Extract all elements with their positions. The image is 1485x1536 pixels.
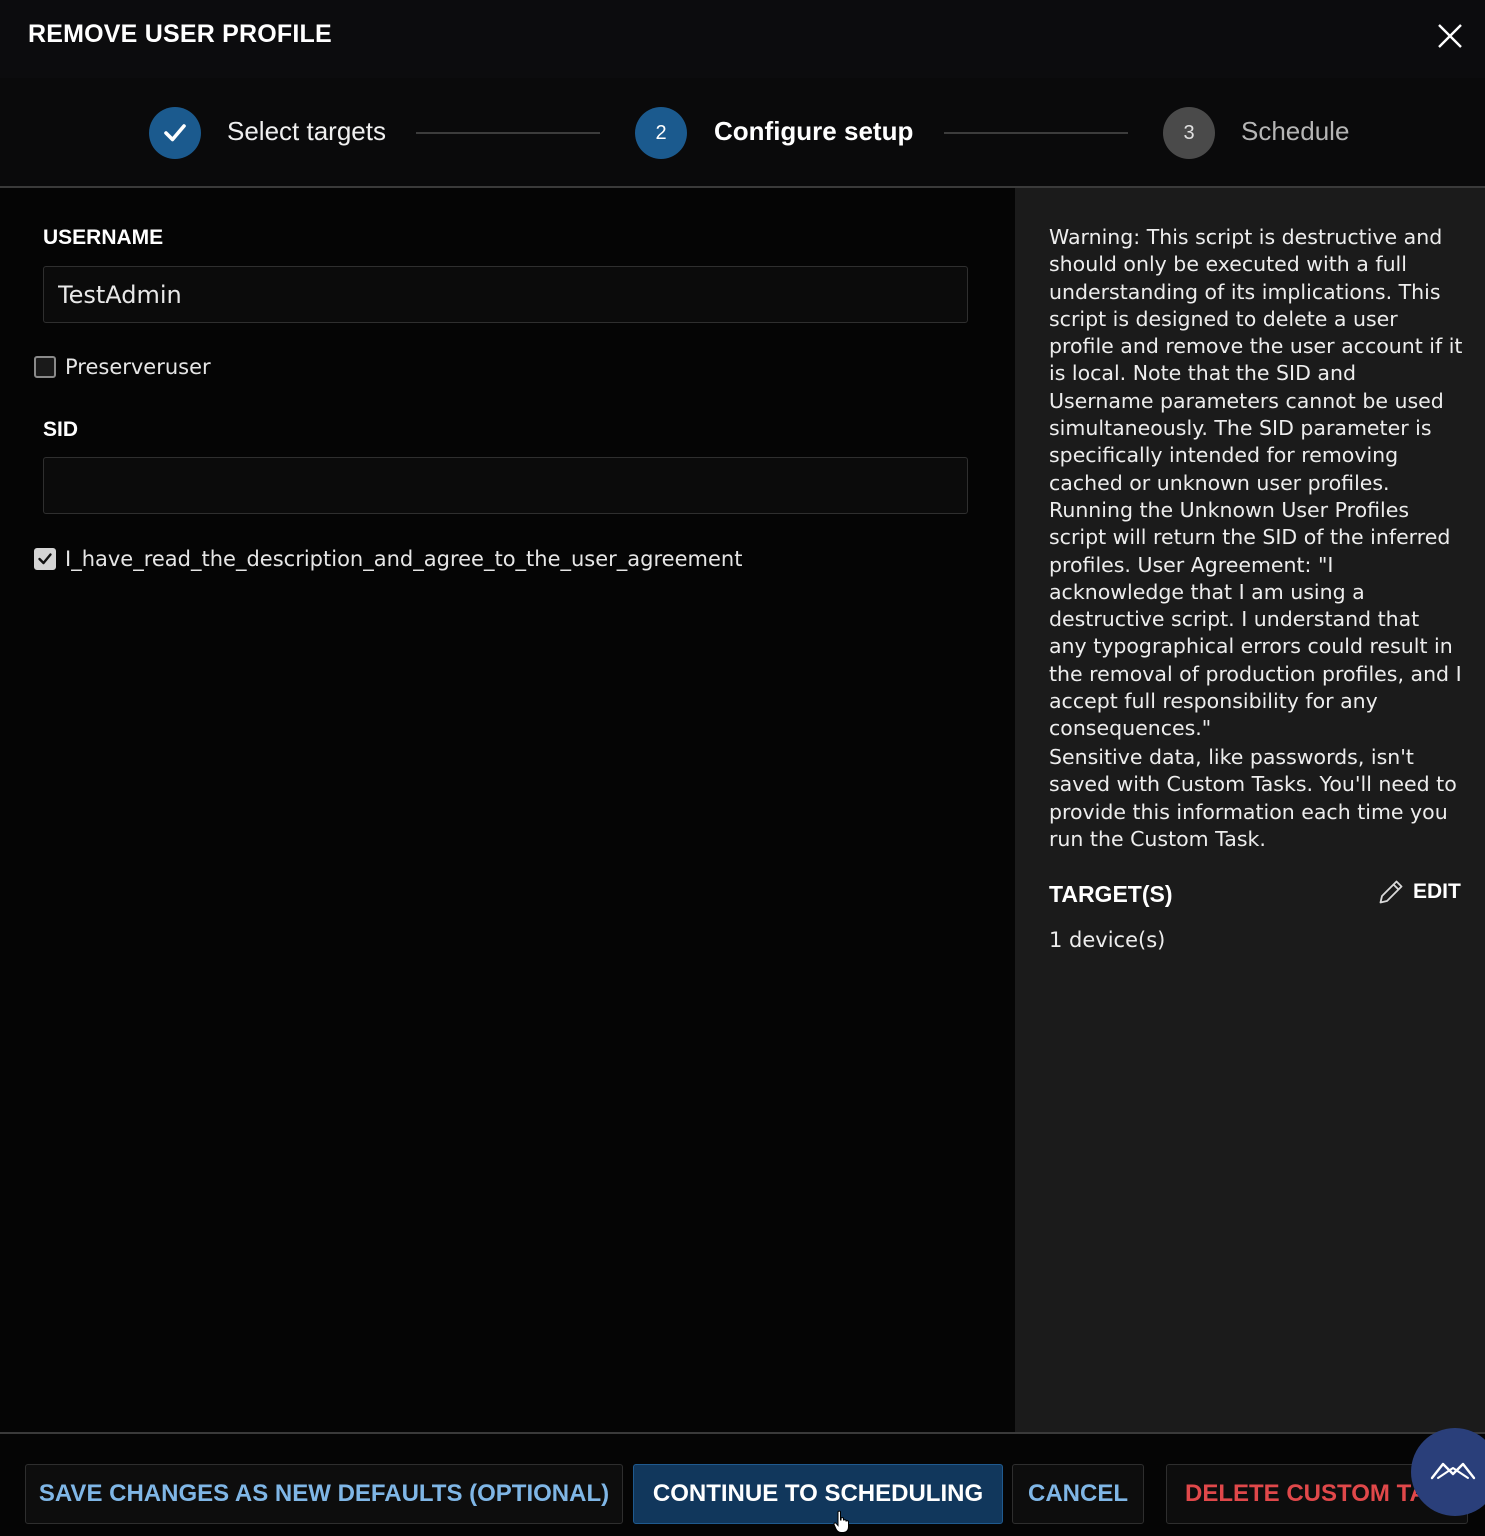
preserve-user-option[interactable]: Preserveruser	[34, 355, 211, 379]
dialog-header: REMOVE USER PROFILE	[0, 0, 1485, 78]
checkmark-icon	[164, 124, 186, 142]
remove-user-profile-dialog: REMOVE USER PROFILE Select targets 2 Con…	[0, 0, 1485, 1536]
step-1-label[interactable]: Select targets	[227, 116, 386, 147]
preserve-user-label: Preserveruser	[65, 355, 211, 379]
close-icon	[1438, 24, 1462, 48]
preserve-user-checkbox[interactable]	[34, 356, 56, 378]
close-button[interactable]	[1432, 18, 1468, 54]
checkmark-icon	[38, 553, 52, 565]
edit-label: EDIT	[1413, 880, 1461, 903]
step-2-label: Configure setup	[714, 116, 914, 146]
cancel-button[interactable]: CANCEL	[1012, 1464, 1144, 1524]
step-connector	[944, 132, 1128, 134]
agreement-option[interactable]: I_have_read_the_description_and_agree_to…	[34, 547, 742, 571]
step-3-indicator: 3	[1163, 107, 1215, 159]
sid-label: SID	[43, 418, 79, 441]
dialog-title: REMOVE USER PROFILE	[28, 20, 332, 48]
username-label: USERNAME	[43, 226, 164, 249]
save-defaults-button[interactable]: SAVE CHANGES AS NEW DEFAULTS (OPTIONAL)	[25, 1464, 623, 1524]
targets-heading: TARGET(S)	[1049, 881, 1173, 907]
dialog-footer: SAVE CHANGES AS NEW DEFAULTS (OPTIONAL) …	[0, 1432, 1485, 1536]
target-device-count: 1 device(s)	[1049, 928, 1166, 952]
configure-form: USERNAME Preserveruser SID I_have_read_t…	[0, 188, 1013, 1432]
edit-targets-button[interactable]: EDIT	[1377, 878, 1461, 906]
agreement-checkbox[interactable]	[34, 548, 56, 570]
assistant-logo-icon	[1430, 1462, 1476, 1480]
step-2-indicator: 2	[635, 107, 687, 159]
hand-cursor-icon	[833, 1510, 849, 1533]
step-3-label: Schedule	[1241, 116, 1350, 146]
continue-to-scheduling-button[interactable]: CONTINUE TO SCHEDULING	[633, 1464, 1003, 1524]
script-description: Warning: This script is destructive and …	[1049, 225, 1463, 741]
step-1-indicator	[149, 107, 201, 159]
step-connector	[416, 132, 600, 134]
wizard-stepper: Select targets 2 Configure setup 3 Sched…	[0, 78, 1485, 188]
agreement-label: I_have_read_the_description_and_agree_to…	[65, 547, 743, 571]
username-input[interactable]	[43, 266, 968, 323]
pencil-icon	[1379, 880, 1403, 904]
sensitive-data-note: Sensitive data, like passwords, isn't sa…	[1049, 745, 1457, 851]
task-info-panel: Warning: This script is destructive and …	[1015, 188, 1485, 1432]
sid-input[interactable]	[43, 457, 968, 514]
